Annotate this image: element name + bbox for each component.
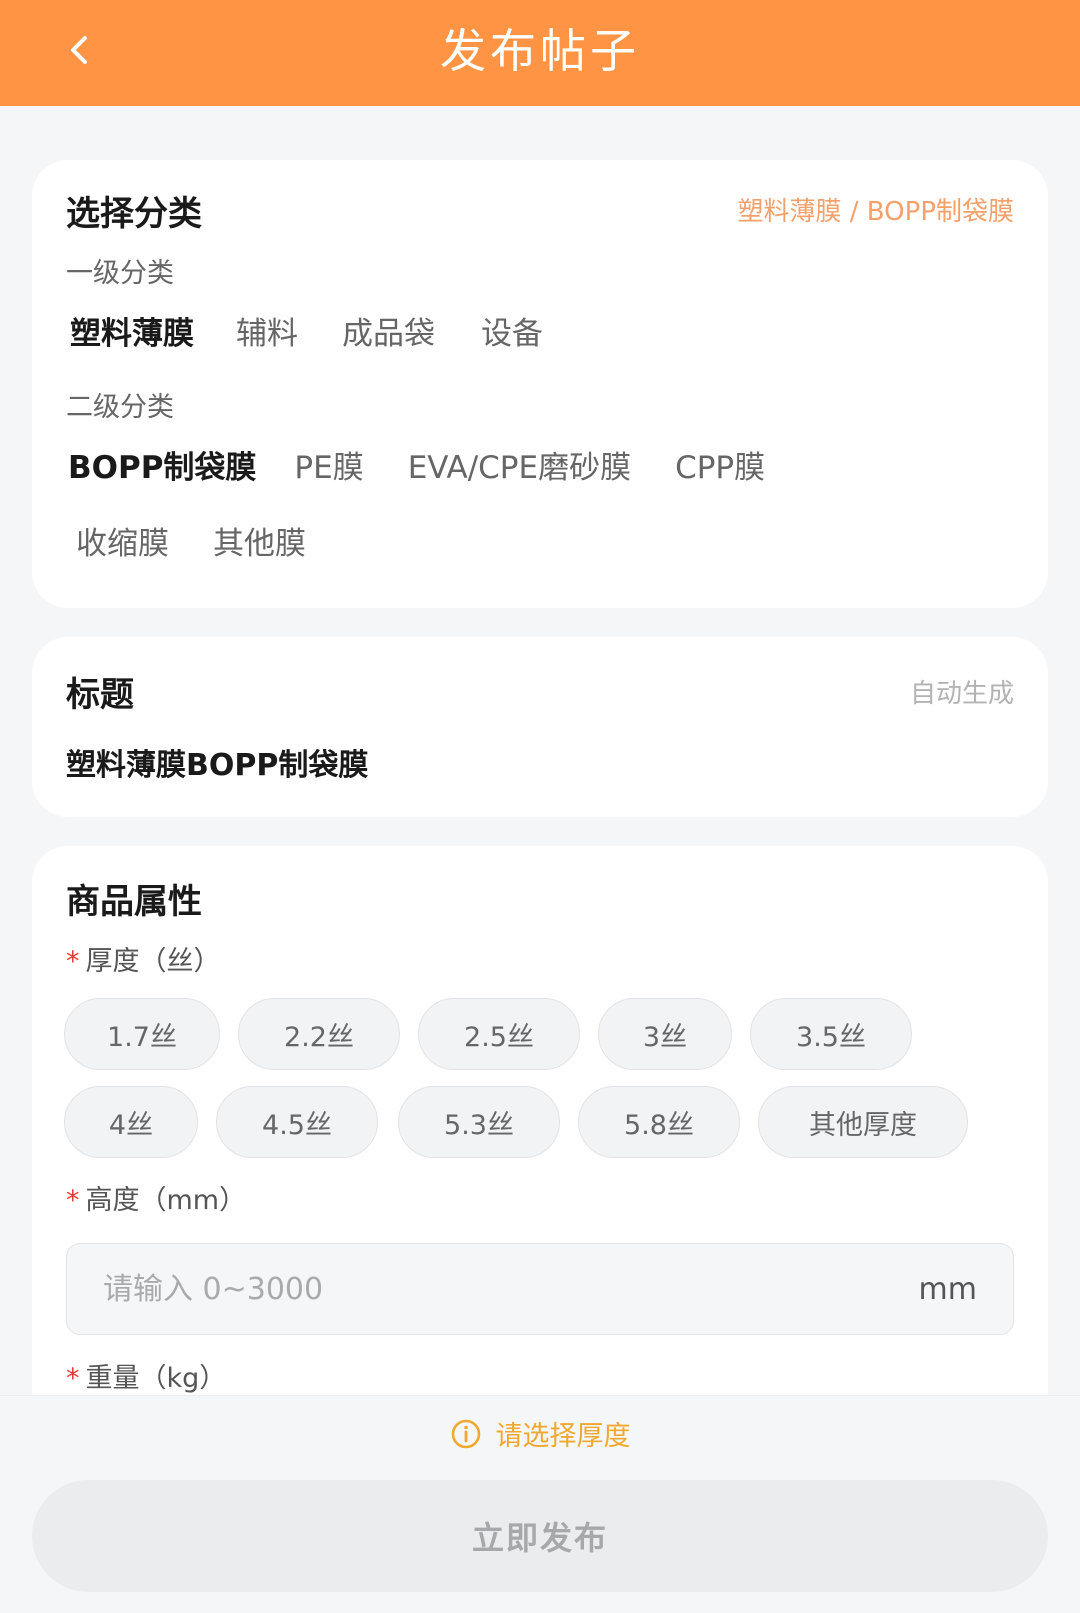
attributes-card: 商品属性 * 厚度（丝） 1.7丝 2.2丝 2.5丝 3丝 3.5丝 4丝 4.…	[32, 846, 1048, 1406]
level1-option-auxiliary[interactable]: 辅料	[236, 308, 298, 353]
category-card: 选择分类 塑料薄膜 / BOPP制袋膜 一级分类 塑料薄膜 辅料 成品袋 设备 …	[32, 160, 1048, 608]
back-button[interactable]	[50, 20, 110, 80]
thickness-chip-3[interactable]: 3丝	[598, 998, 732, 1070]
level1-option-plastic-film[interactable]: 塑料薄膜	[70, 308, 194, 353]
level1-options: 塑料薄膜 辅料 成品袋 设备	[70, 308, 543, 353]
required-mark: *	[66, 946, 80, 977]
thickness-chip-1-7[interactable]: 1.7丝	[64, 998, 220, 1070]
post-title-value: 塑料薄膜BOPP制袋膜	[66, 748, 369, 783]
page-title: 发布帖子	[440, 24, 640, 78]
attributes-section-title: 商品属性	[66, 882, 202, 922]
thickness-chip-2-5[interactable]: 2.5丝	[418, 998, 580, 1070]
height-input[interactable]	[103, 1271, 919, 1307]
required-mark: *	[66, 1185, 80, 1216]
level2-option-bopp[interactable]: BOPP制袋膜	[68, 442, 256, 487]
level2-option-cpp[interactable]: CPP膜	[675, 442, 765, 487]
weight-label: * 重量（kg）	[66, 1363, 227, 1394]
level2-option-eva-cpe[interactable]: EVA/CPE磨砂膜	[408, 442, 631, 487]
thickness-chip-5-3[interactable]: 5.3丝	[398, 1086, 560, 1158]
validation-hint: 请选择厚度	[0, 1414, 1080, 1453]
level1-option-finished-bag[interactable]: 成品袋	[342, 308, 435, 353]
thickness-chip-3-5[interactable]: 3.5丝	[750, 998, 912, 1070]
publish-button[interactable]: 立即发布	[32, 1480, 1048, 1592]
level2-options-row2: 收缩膜 其他膜	[76, 518, 306, 563]
title-section-title: 标题	[66, 675, 134, 715]
category-section-title: 选择分类	[66, 194, 202, 234]
auto-generate-note: 自动生成	[909, 679, 1014, 709]
level1-option-equipment[interactable]: 设备	[481, 308, 543, 353]
height-unit: mm	[918, 1271, 977, 1307]
selected-category-path: 塑料薄膜 / BOPP制袋膜	[737, 197, 1015, 227]
thickness-chip-2-2[interactable]: 2.2丝	[238, 998, 400, 1070]
info-icon	[450, 1418, 482, 1450]
level2-option-other[interactable]: 其他膜	[213, 518, 306, 563]
level2-option-pe[interactable]: PE膜	[294, 442, 363, 487]
level2-option-shrink[interactable]: 收缩膜	[76, 518, 169, 563]
level2-label: 二级分类	[66, 392, 174, 423]
thickness-chip-other[interactable]: 其他厚度	[758, 1086, 968, 1158]
chevron-left-icon	[71, 36, 87, 64]
thickness-chip-4-5[interactable]: 4.5丝	[216, 1086, 378, 1158]
height-label: * 高度（mm）	[66, 1185, 247, 1216]
publish-post-page: 发布帖子 选择分类 塑料薄膜 / BOPP制袋膜 一级分类 塑料薄膜 辅料 成品…	[0, 0, 1080, 1613]
thickness-chip-5-8[interactable]: 5.8丝	[578, 1086, 740, 1158]
validation-hint-text: 请选择厚度	[495, 1421, 631, 1452]
thickness-label: * 厚度（丝）	[66, 946, 221, 977]
level2-options-row1: BOPP制袋膜 PE膜 EVA/CPE磨砂膜 CPP膜	[68, 442, 765, 487]
top-nav-bar: 发布帖子	[0, 0, 1080, 106]
height-input-box: mm	[66, 1243, 1014, 1335]
thickness-chip-4[interactable]: 4丝	[64, 1086, 198, 1158]
required-mark: *	[66, 1363, 80, 1394]
title-card: 标题 自动生成 塑料薄膜BOPP制袋膜	[32, 637, 1048, 817]
bottom-action-bar: 请选择厚度 立即发布	[0, 1395, 1080, 1613]
level1-label: 一级分类	[66, 258, 174, 289]
